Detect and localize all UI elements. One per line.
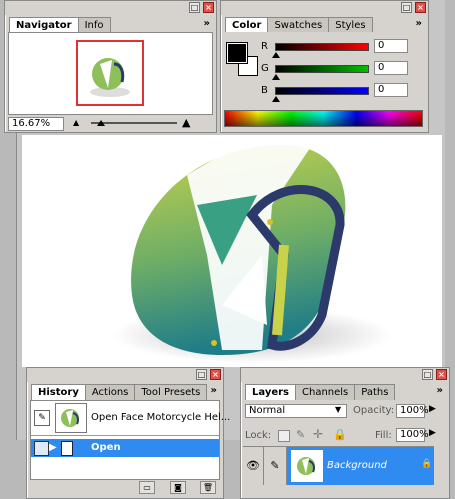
- minimize-button[interactable]: □: [401, 2, 412, 13]
- opacity-arrow-icon[interactable]: ▶: [429, 404, 436, 414]
- tab-swatches[interactable]: Swatches: [267, 17, 330, 33]
- blend-mode-select[interactable]: Normal: [245, 404, 347, 418]
- chevron-down-icon[interactable]: ▼: [335, 405, 341, 414]
- fill-field[interactable]: 100%: [396, 428, 429, 442]
- new-snapshot-icon[interactable]: ◙: [170, 481, 186, 494]
- document-state-icon: [61, 441, 73, 456]
- history-list: ✎ Open Face Motorcycle Hel... ▶ Open: [30, 400, 230, 480]
- lock-label: Lock:: [245, 430, 272, 441]
- history-brush-source-icon[interactable]: ✎: [34, 410, 50, 426]
- opacity-label: Opacity:: [353, 405, 395, 416]
- layers-tabs: Layers Channels Paths: [245, 384, 396, 400]
- close-button[interactable]: ×: [436, 369, 447, 380]
- minimize-button[interactable]: □: [422, 369, 433, 380]
- trash-icon[interactable]: 🗑: [200, 481, 216, 494]
- close-button[interactable]: ×: [203, 2, 214, 13]
- green-channel-label: G: [261, 63, 269, 74]
- layers-titlebar[interactable]: □ ×: [241, 368, 449, 382]
- lock-move-icon[interactable]: ✛: [313, 427, 323, 441]
- blue-channel-slider[interactable]: [275, 87, 369, 95]
- red-channel-slider[interactable]: [275, 43, 369, 51]
- history-tabs: History Actions Tool Presets: [31, 384, 208, 400]
- palette-menu-icon[interactable]: »: [204, 18, 210, 29]
- snapshot-row[interactable]: ✎ Open Face Motorcycle Hel...: [31, 401, 230, 436]
- history-footer: ▭ ◙ 🗑: [30, 480, 218, 495]
- brush-icon[interactable]: ✎: [264, 447, 287, 485]
- tab-history[interactable]: History: [31, 384, 86, 400]
- red-channel-field[interactable]: 0: [374, 39, 408, 53]
- fill-label: Fill:: [375, 430, 392, 441]
- tab-info[interactable]: Info: [77, 17, 111, 33]
- close-button[interactable]: ×: [210, 369, 221, 380]
- navigator-view-box[interactable]: [76, 40, 144, 106]
- tab-color[interactable]: Color: [225, 17, 269, 33]
- lock-all-icon[interactable]: 🔒: [333, 428, 347, 441]
- navigator-titlebar[interactable]: □ ×: [5, 1, 216, 15]
- zoom-slider-thumb[interactable]: [97, 120, 105, 126]
- tab-channels[interactable]: Channels: [295, 384, 356, 400]
- history-state-marker-icon: ▶: [49, 442, 57, 453]
- tab-layers[interactable]: Layers: [245, 384, 296, 400]
- color-titlebar[interactable]: □ ×: [221, 1, 428, 15]
- eye-icon[interactable]: 👁: [243, 447, 264, 485]
- close-button[interactable]: ×: [415, 2, 426, 13]
- zoom-value-field[interactable]: 16.67%: [8, 117, 64, 131]
- red-slider-thumb[interactable]: [272, 52, 280, 58]
- zoom-in-icon[interactable]: ▲: [182, 116, 200, 129]
- helmet-image: [112, 140, 392, 363]
- foreground-color-swatch[interactable]: [226, 42, 248, 64]
- snapshot-label: Open Face Motorcycle Hel...: [91, 412, 231, 423]
- lock-paint-icon[interactable]: ✎: [296, 428, 305, 441]
- navigator-tabs: Navigator Info: [9, 17, 111, 33]
- new-document-from-state-icon[interactable]: ▭: [139, 481, 155, 494]
- opacity-field[interactable]: 100%: [396, 404, 429, 418]
- history-state-source-box[interactable]: [34, 441, 49, 456]
- fill-arrow-icon[interactable]: ▶: [429, 428, 436, 438]
- tab-actions[interactable]: Actions: [84, 384, 136, 400]
- history-state-label: Open: [91, 442, 121, 453]
- zoom-out-icon[interactable]: ▲: [73, 118, 87, 128]
- navigator-palette: □ × Navigator Info » 16.67% ▲ ▲: [4, 0, 217, 133]
- green-channel-slider[interactable]: [275, 65, 369, 73]
- green-slider-thumb[interactable]: [272, 74, 280, 80]
- navigator-thumbnail: [90, 58, 130, 97]
- palette-menu-icon[interactable]: »: [416, 18, 422, 29]
- palette-menu-icon[interactable]: »: [211, 385, 217, 396]
- navigator-preview-area: [8, 32, 213, 115]
- layer-row[interactable]: 👁 ✎ Background 🔒: [243, 446, 434, 485]
- snapshot-thumbnail: [55, 403, 87, 433]
- tab-navigator[interactable]: Navigator: [9, 17, 79, 33]
- lock-transparency-icon[interactable]: [278, 430, 290, 442]
- tab-tool-presets[interactable]: Tool Presets: [134, 384, 208, 400]
- color-tabs: Color Swatches Styles: [225, 17, 373, 33]
- history-titlebar[interactable]: □ ×: [27, 368, 223, 382]
- red-channel-label: R: [261, 41, 268, 52]
- layer-thumbnail: [291, 450, 323, 482]
- history-palette: □ × History Actions Tool Presets » ✎ Ope…: [26, 367, 230, 499]
- layers-palette: □ × Layers Channels Paths » Normal ▼ Opa…: [240, 367, 450, 499]
- color-spectrum-bar[interactable]: [224, 110, 423, 127]
- layer-lock-icon: 🔒: [421, 459, 433, 469]
- tab-styles[interactable]: Styles: [328, 17, 373, 33]
- tab-paths[interactable]: Paths: [354, 384, 396, 400]
- blue-slider-thumb[interactable]: [272, 96, 280, 102]
- history-state-row[interactable]: ▶ Open: [31, 439, 219, 457]
- palette-menu-icon[interactable]: »: [437, 385, 443, 396]
- document-canvas[interactable]: [22, 135, 442, 367]
- color-palette: □ × Color Swatches Styles » R 0 G 0 B 0: [220, 0, 429, 133]
- blue-channel-label: B: [261, 85, 268, 96]
- minimize-button[interactable]: □: [189, 2, 200, 13]
- green-channel-field[interactable]: 0: [374, 61, 408, 75]
- blue-channel-field[interactable]: 0: [374, 83, 408, 97]
- minimize-button[interactable]: □: [196, 369, 207, 380]
- layer-name: Background: [327, 460, 387, 471]
